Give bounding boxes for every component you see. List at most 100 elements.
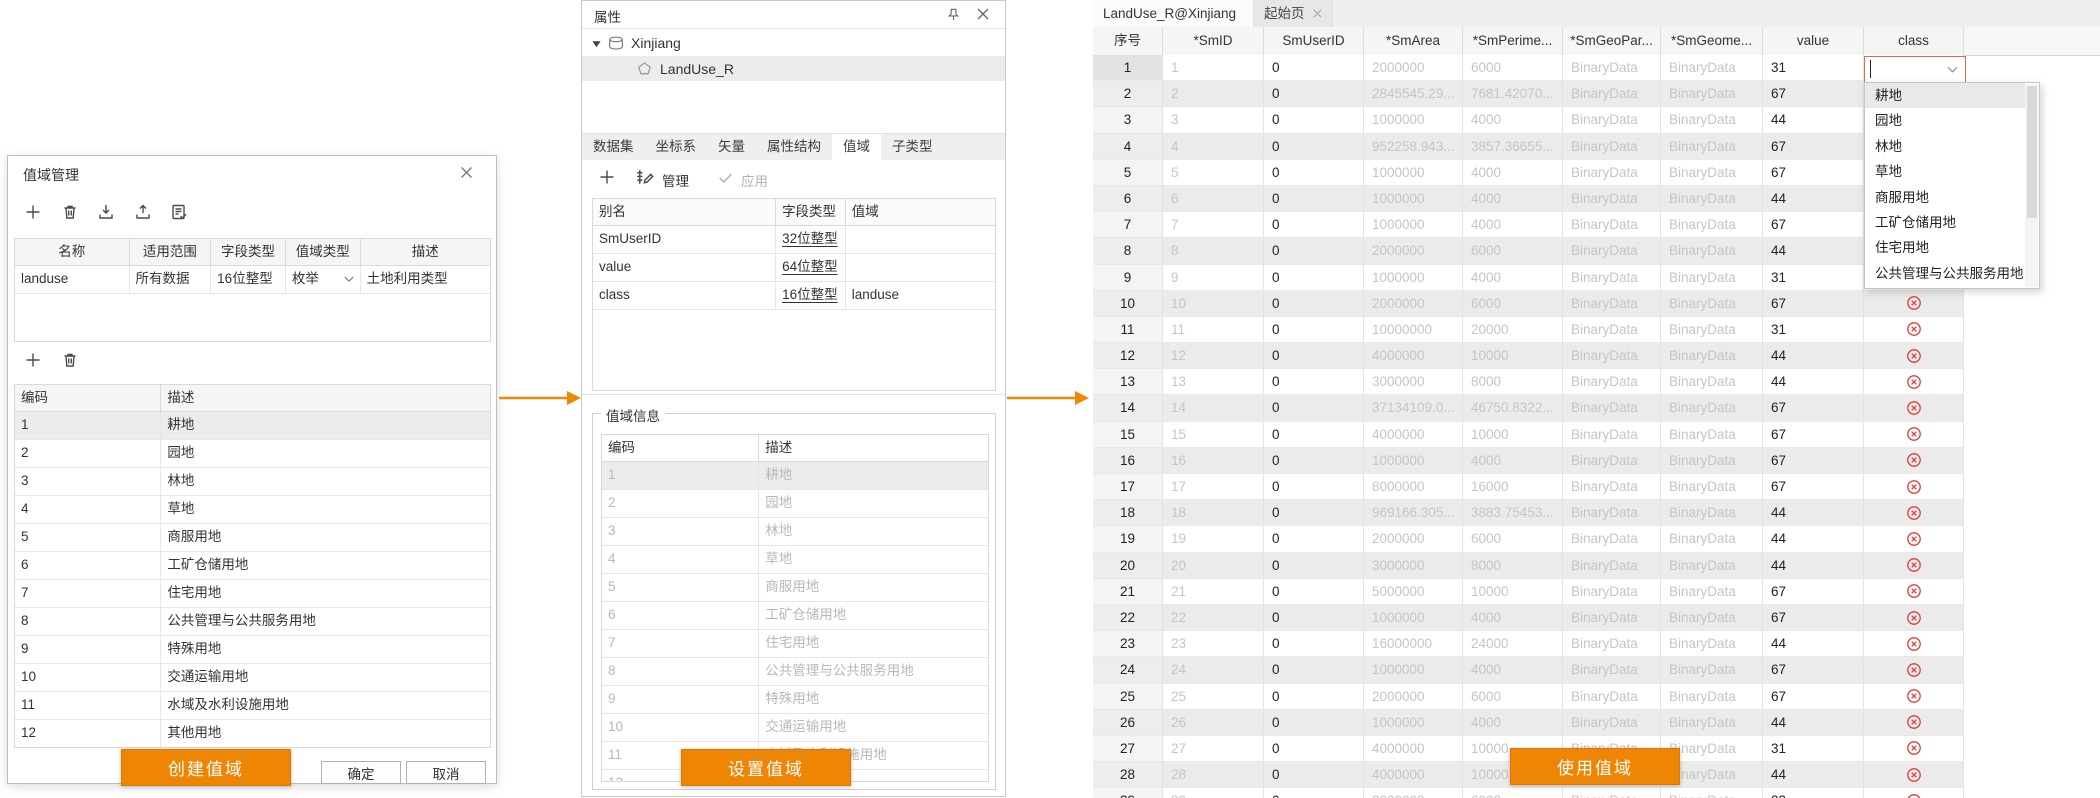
set-domain-button[interactable]: 设置值域 [681,749,851,786]
field-type-select[interactable]: 16位整型 [211,266,286,293]
close-icon[interactable] [459,165,474,180]
dropdown-item[interactable]: 住宅用地 [1865,235,2025,260]
attribute-row[interactable]: 99010000004000BinaryDataBinaryData31 [1093,265,1964,291]
attribute-row[interactable]: 88020000006000BinaryDataBinaryData44 [1093,238,1964,264]
field-domain-cell[interactable] [846,254,995,281]
class-cell[interactable] [1864,657,1964,683]
dropdown-item[interactable]: 商服用地 [1865,185,2025,210]
field-row[interactable]: class 16位整型 landuse [593,282,995,310]
attribute-row[interactable]: 2525020000006000BinaryDataBinaryData67 [1093,684,1964,710]
tab-start-page[interactable]: 起始页 [1254,0,1333,27]
close-tab-icon[interactable] [1313,9,1322,18]
tree-node-dataset[interactable]: LandUse_R [582,56,1005,81]
table-row[interactable]: 2园地 [602,490,988,518]
tab-数据集[interactable]: 数据集 [582,134,645,160]
column-header[interactable]: SmUserID [1264,27,1364,55]
table-row[interactable]: 12其他用地 [15,720,490,748]
attribute-row[interactable]: 111101000000020000BinaryDataBinaryData31 [1093,317,1964,343]
class-cell[interactable] [1864,736,1964,762]
attribute-row[interactable]: 2222010000004000BinaryDataBinaryData67 [1093,605,1964,631]
dropdown-item[interactable]: 林地 [1865,134,2025,159]
dropdown-scrollbar[interactable] [2025,84,2038,287]
add-code-icon[interactable] [23,350,43,370]
manage-icon[interactable] [634,167,655,188]
dropdown-item[interactable]: 耕地 [1865,83,2025,108]
attribute-row[interactable]: 2424010000004000BinaryDataBinaryData67 [1093,657,1964,683]
delete-code-icon[interactable] [60,350,80,370]
attribute-row[interactable]: 1414037134109.0...46750.8322...BinaryDat… [1093,395,1964,421]
attribute-row[interactable]: 1010020000006000BinaryDataBinaryData67 [1093,291,1964,317]
table-row[interactable]: 1耕地 [602,462,988,490]
apply-button[interactable]: 应用 [741,170,768,190]
attribute-row[interactable]: 15150400000010000BinaryDataBinaryData67 [1093,422,1964,448]
export-icon[interactable] [133,202,153,222]
dropdown-item[interactable]: 草地 [1865,159,2025,184]
table-row[interactable]: 10交通运输用地 [15,664,490,692]
field-row[interactable]: value 64位整型 [593,254,995,282]
table-row[interactable]: 7住宅用地 [602,630,988,658]
expander-icon[interactable] [591,38,602,49]
domain-row[interactable]: landuse 所有数据 16位整型 枚举 土地利用类型 [15,266,490,294]
field-row[interactable]: SmUserID 32位整型 [593,226,995,254]
class-cell[interactable] [1864,605,1964,631]
table-row[interactable]: 1耕地 [15,412,490,440]
field-domain-cell[interactable]: landuse [846,282,995,309]
add-domain-icon[interactable] [597,167,617,187]
attribute-row[interactable]: 232301600000024000BinaryDataBinaryData44 [1093,631,1964,657]
attribute-row[interactable]: 440952258.943...3857.36655...BinaryDataB… [1093,134,1964,160]
chevron-down-icon[interactable] [1947,66,1958,74]
field-type-cell[interactable]: 32位整型 [776,226,846,253]
column-header[interactable]: *SmID [1163,27,1264,55]
attribute-row[interactable]: 21210500000010000BinaryDataBinaryData67 [1093,579,1964,605]
class-cell[interactable] [1864,317,1964,343]
class-cell[interactable] [1864,343,1964,369]
attribute-row[interactable]: 1919020000006000BinaryDataBinaryData44 [1093,526,1964,552]
table-row[interactable]: 8公共管理与公共服务用地 [602,658,988,686]
table-row[interactable]: 4草地 [602,546,988,574]
class-cell[interactable] [1864,395,1964,421]
class-cell[interactable] [1864,422,1964,448]
tab-属性结构[interactable]: 属性结构 [756,134,832,160]
attribute-row[interactable]: 77010000004000BinaryDataBinaryData67 [1093,212,1964,238]
attribute-row[interactable]: 2626010000004000BinaryDataBinaryData44 [1093,710,1964,736]
column-header[interactable]: *SmGeoPar... [1563,27,1661,55]
dropdown-item[interactable]: 园地 [1865,108,2025,133]
class-cell[interactable] [1864,500,1964,526]
import-icon[interactable] [96,202,116,222]
table-row[interactable]: 10交通运输用地 [602,714,988,742]
tab-值域[interactable]: 值域 [832,134,881,160]
table-row[interactable]: 6工矿仓储用地 [602,602,988,630]
table-row[interactable]: 11水域及水利设施用地 [15,692,490,720]
tab-坐标系[interactable]: 坐标系 [645,134,708,160]
table-row[interactable]: 7住宅用地 [15,580,490,608]
class-cell[interactable] [1864,526,1964,552]
column-header[interactable]: *SmArea [1364,27,1463,55]
manage-button[interactable]: 管理 [662,170,689,190]
pin-icon[interactable] [946,7,961,22]
class-cell[interactable] [1864,762,1964,788]
class-cell[interactable] [1864,448,1964,474]
class-cell[interactable] [1864,553,1964,579]
table-row[interactable]: 5商服用地 [602,574,988,602]
class-cell[interactable] [1864,291,1964,317]
ok-button[interactable]: 确定 [321,761,401,784]
column-header[interactable]: value [1763,27,1864,55]
class-cell[interactable] [1864,474,1964,500]
column-header[interactable]: class [1864,27,1964,55]
scrollbar-thumb[interactable] [2027,86,2037,218]
attribute-row[interactable]: 2929020000006000BinaryDataBinaryData23 [1093,788,1964,798]
attribute-row[interactable]: 12120400000010000BinaryDataBinaryData44 [1093,343,1964,369]
column-header[interactable]: *SmGeome... [1661,27,1763,55]
create-domain-button[interactable]: 创建值域 [121,749,291,786]
attribute-row[interactable]: 66010000004000BinaryDataBinaryData44 [1093,186,1964,212]
dropdown-item[interactable]: 公共管理与公共服务用地 [1865,261,2025,286]
class-cell[interactable] [1864,369,1964,395]
field-type-cell[interactable]: 64位整型 [776,254,846,281]
close-icon[interactable] [976,7,990,21]
table-row[interactable]: 5商服用地 [15,524,490,552]
table-row[interactable]: 9特殊用地 [15,636,490,664]
attribute-row[interactable]: 1313030000008000BinaryDataBinaryData44 [1093,369,1964,395]
tree-node-workspace[interactable]: Xinjiang [582,31,1005,55]
add-icon[interactable] [23,202,43,222]
class-cell[interactable] [1864,631,1964,657]
